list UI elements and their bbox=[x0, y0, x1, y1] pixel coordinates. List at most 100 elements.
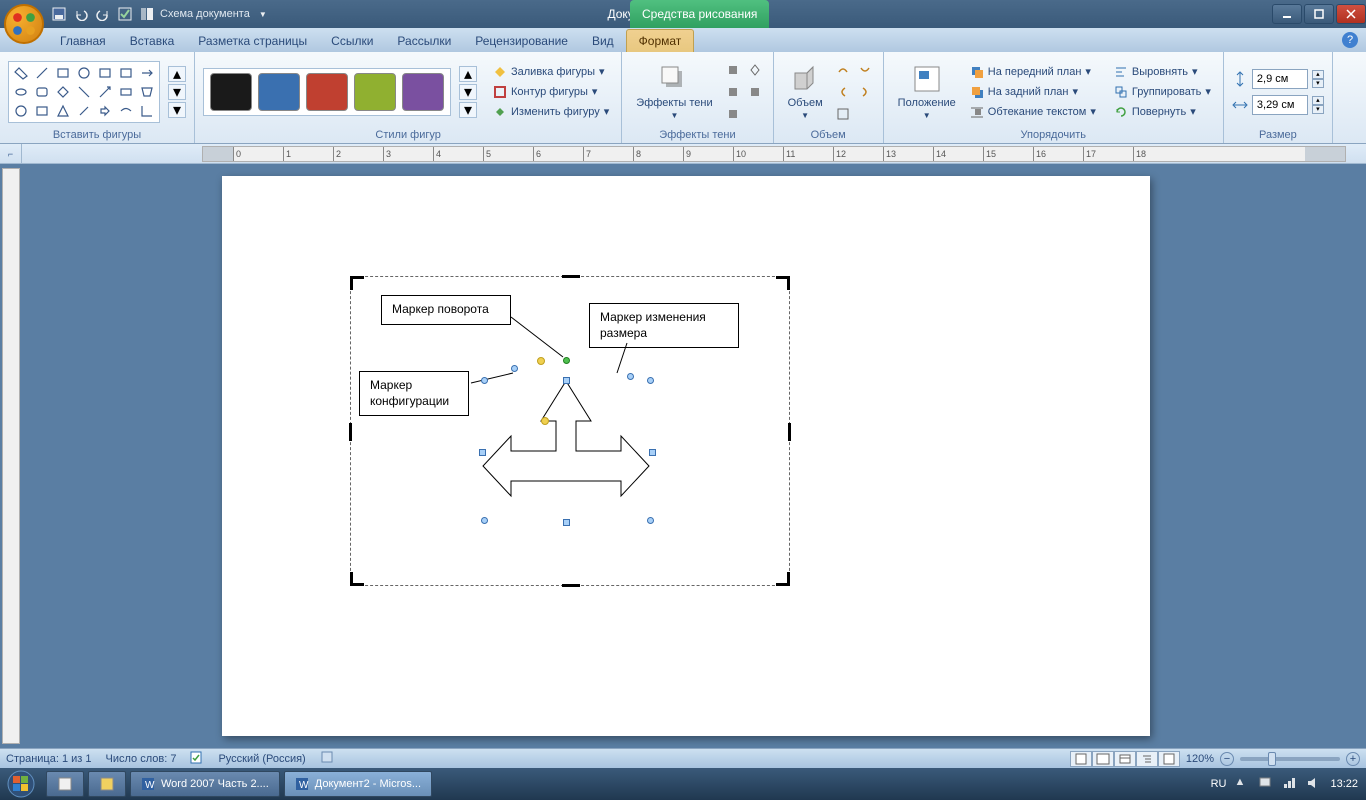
document-page[interactable]: Маркер поворота Маркер измененияразмера … bbox=[222, 176, 1150, 736]
gallery-up-icon[interactable]: ▴ bbox=[168, 66, 186, 82]
resize-handle-tr[interactable] bbox=[647, 377, 654, 384]
tilt-down-icon[interactable] bbox=[855, 60, 875, 80]
help-button[interactable]: ? bbox=[1342, 32, 1358, 48]
style-down-icon[interactable]: ▾ bbox=[459, 84, 477, 100]
tab-review[interactable]: Рецензирование bbox=[463, 30, 580, 52]
taskbar-pinned-2[interactable] bbox=[88, 771, 126, 797]
shadow-nudge-up-icon[interactable] bbox=[723, 60, 743, 80]
office-button[interactable] bbox=[4, 4, 44, 44]
tilt-right-icon[interactable] bbox=[855, 82, 875, 102]
height-up[interactable]: ▴ bbox=[1312, 70, 1324, 79]
align-button[interactable]: Выровнять ▾ bbox=[1110, 63, 1215, 81]
resize-handle-bm[interactable] bbox=[563, 519, 570, 526]
shadow-nudge-down-icon[interactable] bbox=[723, 104, 743, 124]
rotation-handle[interactable] bbox=[563, 357, 570, 364]
tab-format[interactable]: Формат bbox=[626, 29, 695, 52]
qat-redo-icon[interactable] bbox=[94, 5, 112, 23]
tab-references[interactable]: Ссылки bbox=[319, 30, 385, 52]
tray-clock[interactable]: 13:22 bbox=[1330, 778, 1358, 790]
resize-handle-tl[interactable] bbox=[481, 377, 488, 384]
send-back-button[interactable]: На задний план ▾ bbox=[966, 83, 1100, 101]
callout-config[interactable]: Маркерконфигурации bbox=[359, 371, 469, 416]
view-print-layout[interactable] bbox=[1070, 751, 1092, 767]
view-full-screen[interactable] bbox=[1092, 751, 1114, 767]
resize-handle-ml[interactable] bbox=[479, 449, 486, 456]
view-draft[interactable] bbox=[1158, 751, 1180, 767]
minimize-button[interactable] bbox=[1272, 4, 1302, 24]
zoom-slider[interactable] bbox=[1240, 757, 1340, 761]
qat-save-icon[interactable] bbox=[50, 5, 68, 23]
tray-volume-icon[interactable] bbox=[1306, 776, 1322, 792]
close-button[interactable] bbox=[1336, 4, 1366, 24]
tray-flag-icon[interactable] bbox=[1258, 776, 1274, 792]
position-button[interactable]: Положение▼ bbox=[892, 61, 962, 122]
qat-checkbox-icon[interactable] bbox=[116, 5, 134, 23]
width-up[interactable]: ▴ bbox=[1312, 96, 1324, 105]
tab-home[interactable]: Главная bbox=[48, 30, 118, 52]
view-web-layout[interactable] bbox=[1114, 751, 1136, 767]
qat-doc-map-label[interactable]: Схема документа bbox=[160, 8, 250, 20]
style-swatch-5[interactable] bbox=[402, 73, 444, 111]
zoom-out-button[interactable]: − bbox=[1220, 752, 1234, 766]
tab-insert[interactable]: Вставка bbox=[118, 30, 187, 52]
height-down[interactable]: ▾ bbox=[1312, 79, 1324, 88]
start-button[interactable] bbox=[0, 768, 42, 800]
horizontal-ruler[interactable]: 0123456789101112131415161718 bbox=[202, 146, 1346, 162]
qat-doc-map-icon[interactable] bbox=[138, 5, 156, 23]
zoom-level[interactable]: 120% bbox=[1186, 753, 1214, 765]
height-input[interactable] bbox=[1252, 69, 1308, 89]
taskbar-item-2[interactable]: WДокумент2 - Micros... bbox=[284, 771, 432, 797]
style-swatch-2[interactable] bbox=[258, 73, 300, 111]
shadow-effects-button[interactable]: Эффекты тени▼ bbox=[630, 61, 718, 122]
gallery-down-icon[interactable]: ▾ bbox=[168, 84, 186, 100]
volume-button[interactable]: Объем▼ bbox=[782, 61, 829, 122]
qat-undo-icon[interactable] bbox=[72, 5, 90, 23]
callout-handle-1[interactable] bbox=[511, 365, 518, 372]
rotate-button[interactable]: Повернуть ▾ bbox=[1110, 103, 1215, 121]
resize-handle-bl[interactable] bbox=[481, 517, 488, 524]
resize-handle-tm[interactable] bbox=[563, 377, 570, 384]
selected-arrow-shape[interactable] bbox=[481, 373, 651, 523]
callout-handle-2[interactable] bbox=[627, 373, 634, 380]
view-outline[interactable] bbox=[1136, 751, 1158, 767]
tray-network-icon[interactable] bbox=[1282, 776, 1298, 792]
callout-resize[interactable]: Маркер измененияразмера bbox=[589, 303, 739, 348]
shape-fill-button[interactable]: Заливка фигуры ▾ bbox=[489, 63, 613, 81]
width-input[interactable] bbox=[1252, 95, 1308, 115]
status-macro-icon[interactable] bbox=[320, 750, 334, 767]
status-words[interactable]: Число слов: 7 bbox=[106, 753, 177, 765]
tilt-up-icon[interactable] bbox=[833, 60, 853, 80]
style-swatch-1[interactable] bbox=[210, 73, 252, 111]
vertical-ruler[interactable] bbox=[2, 168, 20, 744]
style-up-icon[interactable]: ▴ bbox=[459, 66, 477, 82]
style-swatch-4[interactable] bbox=[354, 73, 396, 111]
status-language[interactable]: Русский (Россия) bbox=[218, 753, 305, 765]
shape-outline-button[interactable]: Контур фигуры ▾ bbox=[489, 83, 613, 101]
tab-view[interactable]: Вид bbox=[580, 30, 626, 52]
taskbar-item-1[interactable]: WWord 2007 Часть 2.... bbox=[130, 771, 280, 797]
width-down[interactable]: ▾ bbox=[1312, 105, 1324, 114]
tab-mailings[interactable]: Рассылки bbox=[385, 30, 463, 52]
ruler-corner[interactable]: ⌐ bbox=[0, 144, 22, 163]
maximize-button[interactable] bbox=[1304, 4, 1334, 24]
style-swatch-3[interactable] bbox=[306, 73, 348, 111]
style-more-icon[interactable]: ▾ bbox=[459, 102, 477, 118]
text-wrap-button[interactable]: Обтекание текстом ▾ bbox=[966, 103, 1100, 121]
tray-lang[interactable]: RU bbox=[1211, 778, 1227, 790]
shapes-gallery[interactable] bbox=[8, 61, 160, 123]
taskbar-pinned-1[interactable] bbox=[46, 771, 84, 797]
tilt-left-icon[interactable] bbox=[833, 82, 853, 102]
gallery-more-icon[interactable]: ▾ bbox=[168, 102, 186, 118]
tab-page-layout[interactable]: Разметка страницы bbox=[186, 30, 319, 52]
shadow-nudge-right-icon[interactable] bbox=[745, 82, 765, 102]
group-button[interactable]: Группировать ▾ bbox=[1110, 83, 1215, 101]
status-page[interactable]: Страница: 1 из 1 bbox=[6, 753, 92, 765]
status-proofing-icon[interactable] bbox=[190, 750, 204, 767]
qat-more-icon[interactable]: ▼ bbox=[254, 5, 272, 23]
bring-front-button[interactable]: На передний план ▾ bbox=[966, 63, 1100, 81]
tray-show-hidden-icon[interactable]: ▲ bbox=[1234, 776, 1250, 792]
shadow-nudge-icon[interactable] bbox=[745, 60, 765, 80]
shadow-nudge-left-icon[interactable] bbox=[723, 82, 743, 102]
style-gallery[interactable] bbox=[203, 68, 451, 116]
resize-handle-mr[interactable] bbox=[649, 449, 656, 456]
